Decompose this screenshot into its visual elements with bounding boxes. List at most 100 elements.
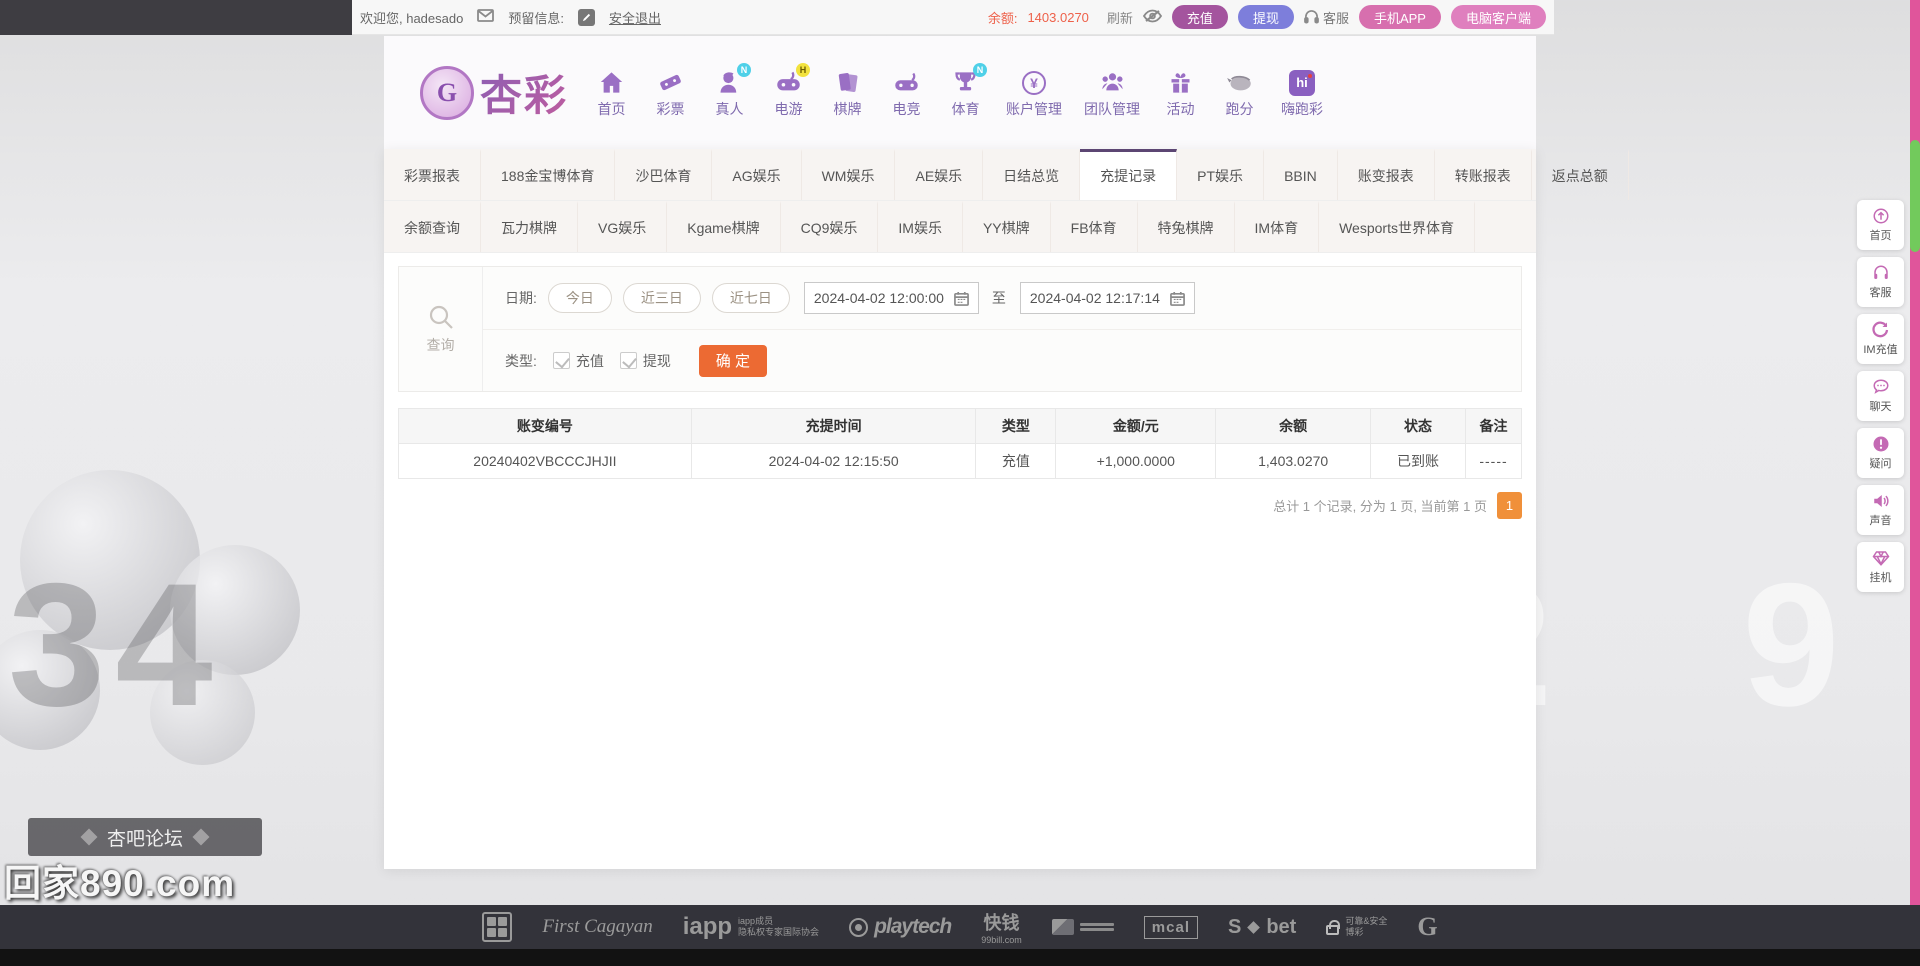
nav-item-chess[interactable]: 棋牌: [818, 67, 877, 119]
nav-item-hipaocai[interactable]: hi 嗨跑彩: [1269, 67, 1335, 119]
tab-pt[interactable]: PT娱乐: [1177, 149, 1265, 200]
sidebar-item-service[interactable]: 客服: [1857, 257, 1904, 307]
diamond-icon: [1872, 551, 1889, 566]
tabs-filler: [1475, 201, 1536, 252]
date-from-value: 2024-04-02 12:00:00: [813, 290, 944, 306]
footer-black-strip: [0, 949, 1920, 966]
nav-item-esports[interactable]: 电竞: [877, 67, 936, 119]
last-7-days-button[interactable]: 近七日: [711, 283, 790, 313]
logo-text: 杏彩: [480, 62, 568, 123]
withdraw-checkbox[interactable]: [619, 352, 637, 369]
sidebar-label: 挂机: [1869, 572, 1892, 584]
reserved-info-label: 预留信息:: [508, 10, 564, 26]
refresh-c-icon: [1871, 321, 1888, 338]
date-label: 日期:: [505, 290, 537, 306]
cell-balance: 1,403.0270: [1215, 443, 1372, 479]
tab-kgame[interactable]: Kgame棋牌: [667, 201, 781, 252]
recharge-button[interactable]: 充值: [1171, 5, 1228, 29]
tab-zhuanzhang[interactable]: 转账报表: [1435, 149, 1532, 200]
nav-item-activity[interactable]: 活动: [1151, 67, 1210, 119]
logout-link[interactable]: 安全退出: [609, 8, 661, 27]
emblem-icon: [1051, 919, 1074, 935]
mail-icon[interactable]: [477, 9, 495, 25]
mobile-app-button[interactable]: 手机APP: [1358, 5, 1441, 29]
tab-188-sports[interactable]: 188金宝博体育: [481, 149, 616, 200]
tab-yue-chaxun[interactable]: 余额查询: [384, 201, 481, 252]
lock-icon: [1326, 920, 1341, 935]
home-icon: [600, 72, 623, 93]
tab-wali[interactable]: 瓦力棋牌: [481, 201, 578, 252]
sidebar-item-sound[interactable]: 声音: [1857, 485, 1904, 535]
tab-zhangbian[interactable]: 账变报表: [1338, 149, 1435, 200]
tab-vg[interactable]: VG娱乐: [578, 201, 668, 252]
nav-item-egames[interactable]: H 电游: [759, 62, 818, 119]
eye-off-icon[interactable]: [1142, 9, 1162, 26]
nav-label: 棋牌: [833, 100, 862, 117]
tab-im-tiyu[interactable]: IM体育: [1235, 201, 1320, 252]
sidebar-item-chat[interactable]: 聊天: [1857, 371, 1904, 421]
nav-item-sports[interactable]: N 体育: [936, 62, 995, 119]
tab-chongti-jilu[interactable]: 充提记录: [1080, 149, 1178, 200]
sidebar-item-im-recharge[interactable]: IM充值: [1857, 314, 1904, 364]
logo-flower-icon: G: [420, 65, 474, 120]
nav-item-team[interactable]: 团队管理: [1073, 67, 1151, 119]
date-to-input[interactable]: 2024-04-02 12:17:14: [1019, 282, 1195, 314]
col-status: 状态: [1370, 408, 1466, 444]
calendar-icon: [953, 291, 969, 306]
confirm-button[interactable]: 确 定: [698, 344, 767, 377]
sidebar-item-question[interactable]: 疑问: [1857, 428, 1904, 478]
ticket-icon: [660, 74, 681, 91]
tab-ag[interactable]: AG娱乐: [712, 149, 802, 200]
edit-icon[interactable]: [577, 8, 595, 26]
tab-cq9[interactable]: CQ9娱乐: [781, 201, 879, 252]
site-logo[interactable]: G 杏彩: [420, 62, 568, 123]
tab-fandian[interactable]: 返点总额: [1532, 149, 1629, 200]
tab-wesports[interactable]: Wesports世界体育: [1319, 201, 1475, 252]
pc-client-button[interactable]: 电脑客户端: [1450, 5, 1546, 29]
scrollbar-thumb[interactable]: [1910, 140, 1920, 252]
nav-item-home[interactable]: 首页: [582, 67, 641, 119]
yen-coin-icon: ¥: [1022, 70, 1047, 95]
welcome-text: 欢迎您, hadesado: [360, 10, 464, 26]
tab-bbin[interactable]: BBIN: [1264, 149, 1338, 200]
sidebar-label: 聊天: [1869, 401, 1892, 413]
sidebar-label: 疑问: [1869, 458, 1892, 470]
today-button[interactable]: 今日: [547, 283, 612, 313]
recharge-checkbox[interactable]: [552, 352, 570, 369]
pagination: 总计 1 个记录, 分为 1 页, 当前第 1 页 1: [398, 492, 1522, 519]
cell-amount: +1,000.0000: [1055, 443, 1217, 479]
nav-item-live[interactable]: N 真人: [700, 62, 759, 119]
nav-item-lottery[interactable]: 彩票: [641, 67, 700, 119]
date-to-value: 2024-04-02 12:17:14: [1029, 290, 1160, 306]
customer-service-link[interactable]: 客服: [1304, 8, 1349, 27]
sidebar-item-hangup[interactable]: 挂机: [1857, 542, 1904, 592]
tab-rijie[interactable]: 日结总览: [983, 149, 1081, 200]
diamond-dot-icon: [1247, 920, 1261, 934]
tab-caipiao-baobiao[interactable]: 彩票报表: [384, 149, 481, 200]
nav-item-paofen[interactable]: 跑分: [1210, 67, 1269, 119]
cards-icon: [838, 73, 858, 92]
hot-badge: H: [796, 62, 811, 77]
tab-im-yule[interactable]: IM娱乐: [878, 201, 963, 252]
pagination-summary: 总计 1 个记录, 分为 1 页, 当前第 1 页: [1273, 499, 1487, 514]
date-filter-row: 日期: 今日 近三日 近七日 2024-04-02 12:00:00 至 202…: [483, 267, 1521, 329]
sidebar-item-home[interactable]: 首页: [1857, 200, 1904, 250]
withdraw-button[interactable]: 提现: [1237, 5, 1294, 29]
date-from-input[interactable]: 2024-04-02 12:00:00: [803, 282, 979, 314]
refresh-link[interactable]: 刷新: [1107, 8, 1133, 27]
tab-fb[interactable]: FB体育: [1051, 201, 1138, 252]
tab-ae[interactable]: AE娱乐: [895, 149, 984, 200]
chat-bubble-icon: [1872, 379, 1889, 394]
nav-item-account[interactable]: ¥ 账户管理: [995, 67, 1073, 119]
page-1-button[interactable]: 1: [1497, 492, 1522, 519]
last-3-days-button[interactable]: 近三日: [622, 283, 701, 313]
tab-wm[interactable]: WM娱乐: [802, 149, 896, 200]
balance-value: 1403.0270: [1027, 9, 1089, 25]
tab-yy[interactable]: YY棋牌: [963, 201, 1051, 252]
headset-icon: [1873, 265, 1888, 279]
tab-tetu[interactable]: 特兔棋牌: [1138, 201, 1235, 252]
nav-label: 电竞: [892, 100, 921, 117]
mcal-logo: mcal: [1143, 915, 1198, 939]
tab-shaba-sports[interactable]: 沙巴体育: [615, 149, 713, 200]
nav-label: 嗨跑彩: [1281, 100, 1324, 117]
